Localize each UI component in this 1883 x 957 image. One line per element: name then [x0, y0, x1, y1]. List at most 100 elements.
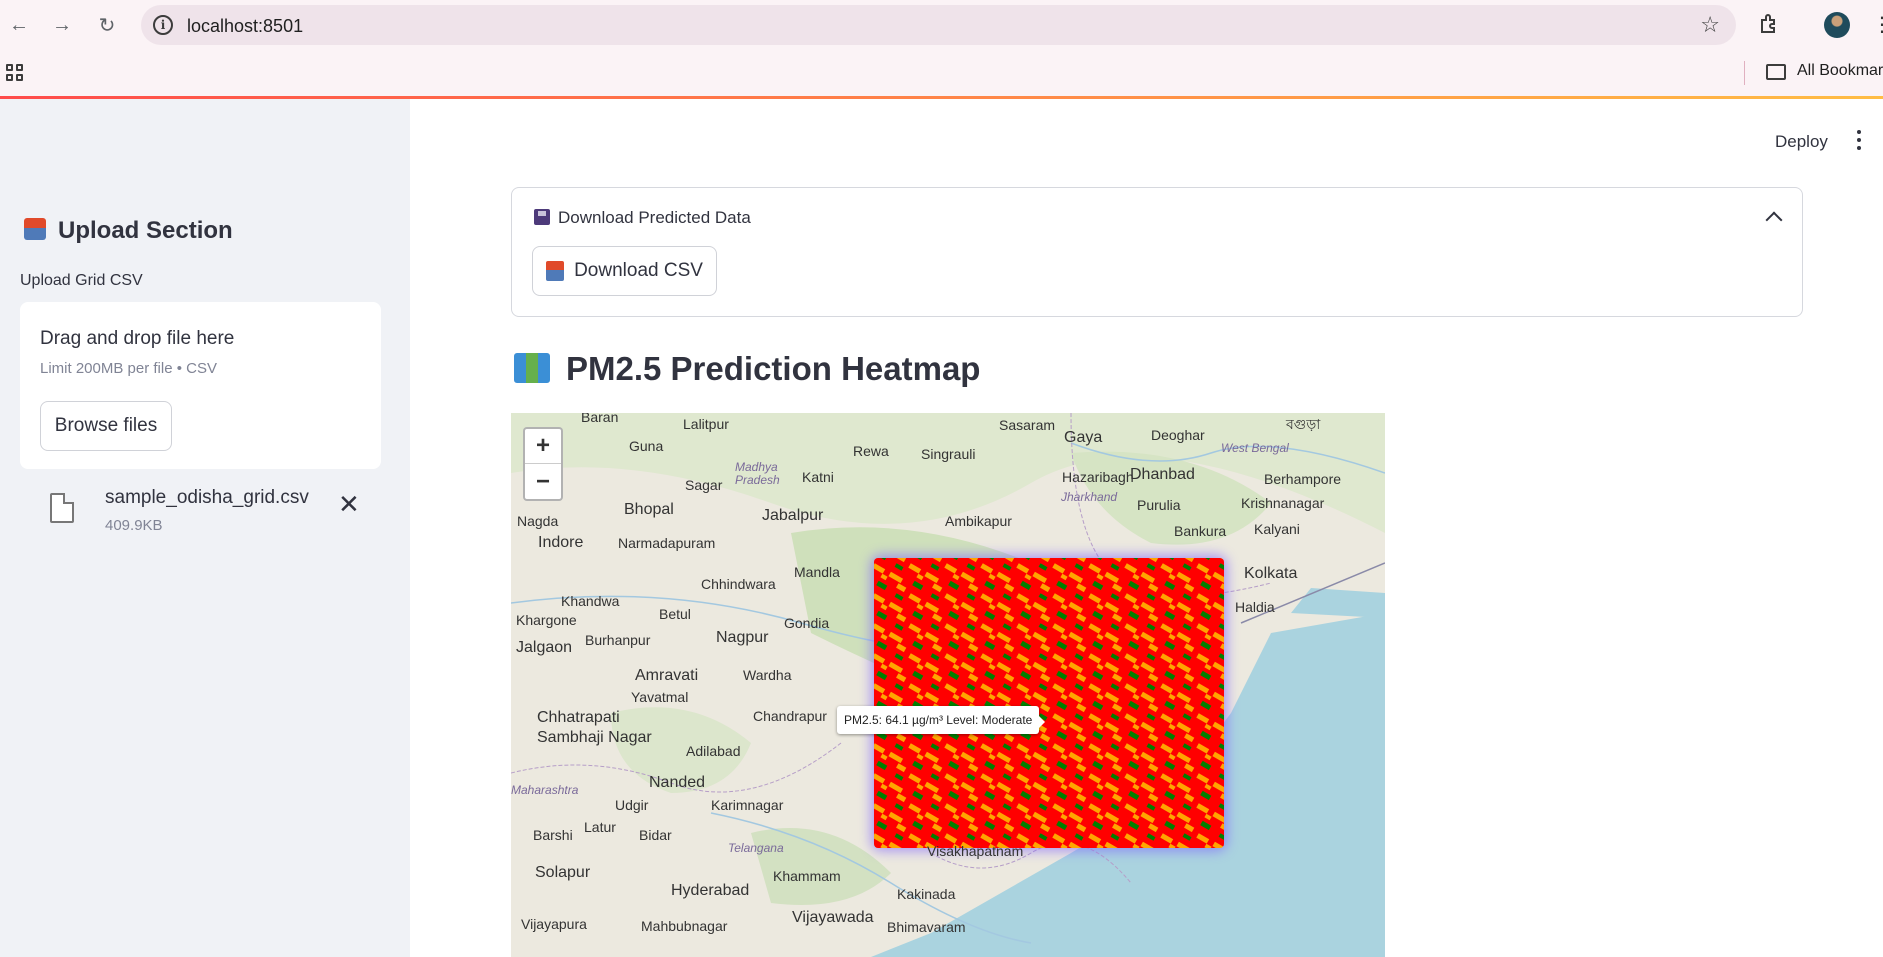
place-label: Amravati	[635, 667, 699, 684]
map-tooltip: PM2.5: 64.1 µg/m³ Level: Moderate	[837, 706, 1046, 734]
place-label: বগুড়া	[1286, 416, 1321, 432]
place-label: Mandla	[794, 564, 840, 580]
file-size: 409.9KB	[105, 517, 163, 534]
place-label: Sagar	[685, 477, 723, 493]
expander-header[interactable]: Download Predicted Data	[534, 208, 751, 228]
place-label: Yavatmal	[631, 689, 689, 705]
place-label: Katni	[802, 469, 834, 485]
state-label: Maharashtra	[511, 783, 579, 797]
site-info-icon[interactable]: i	[153, 15, 173, 35]
place-label: Vijayawada	[792, 909, 874, 926]
place-label: Adilabad	[686, 743, 741, 759]
uploaded-file: sample_odisha_grid.csv 409.9KB ✕	[20, 485, 381, 545]
address-bar[interactable]: i localhost:8501 ☆	[141, 5, 1736, 45]
place-label: Vijayapura	[521, 916, 587, 932]
place-label: Hyderabad	[671, 882, 750, 899]
place-label: Dhanbad	[1130, 466, 1195, 483]
place-label: Latur	[584, 819, 616, 835]
bookmarks-separator	[1744, 61, 1745, 85]
dropzone-limit: Limit 200MB per file • CSV	[40, 360, 217, 377]
dropzone-title: Drag and drop file here	[40, 328, 235, 349]
browser-toolbar: ← → ↻ i localhost:8501 ☆ ⋮	[0, 0, 1883, 50]
place-label: Khandwa	[561, 593, 620, 609]
place-label: Chhatrapati	[537, 709, 620, 726]
profile-avatar[interactable]	[1824, 12, 1850, 38]
place-label: Karimnagar	[711, 797, 784, 813]
place-label: Barshi	[533, 827, 573, 843]
file-dropzone[interactable]: Drag and drop file here Limit 200MB per …	[20, 302, 381, 469]
place-label: Ambikapur	[945, 513, 1012, 529]
place-label: Indore	[538, 534, 584, 551]
place-label: Udgir	[615, 797, 649, 813]
back-icon[interactable]: ←	[5, 10, 33, 40]
place-label: Burhanpur	[585, 632, 651, 648]
folder-icon[interactable]	[1766, 64, 1786, 80]
state-label: Telangana	[728, 841, 784, 855]
inbox-tray-icon	[546, 261, 565, 281]
place-label: Solapur	[535, 864, 591, 881]
map-view[interactable]: Baran Lalitpur Rewa Sasaram Gaya Deoghar…	[511, 413, 1385, 957]
place-label: Khammam	[773, 868, 841, 884]
place-label: Gaya	[1064, 429, 1103, 446]
download-expander: Download Predicted Data Download CSV	[511, 187, 1803, 317]
place-label: Jalgaon	[516, 639, 573, 656]
place-label: Kalyani	[1254, 521, 1300, 537]
sidebar-title: Upload Section	[24, 217, 233, 245]
zoom-in-button[interactable]: +	[525, 429, 561, 464]
file-icon	[50, 493, 74, 523]
browse-files-button[interactable]: Browse files	[40, 401, 172, 451]
bookmark-star-icon[interactable]: ☆	[1700, 12, 1720, 38]
file-name: sample_odisha_grid.csv	[105, 487, 309, 508]
upload-label: Upload Grid CSV	[20, 272, 143, 289]
remove-file-icon[interactable]: ✕	[338, 491, 360, 517]
reload-icon[interactable]: ↻	[93, 10, 121, 40]
place-label: Haldia	[1235, 599, 1275, 615]
place-label: Kakinada	[897, 886, 956, 902]
state-label: Madhya Pradesh	[735, 460, 780, 487]
place-label: Chandrapur	[753, 708, 827, 724]
browser-menu-icon[interactable]: ⋮	[1872, 12, 1883, 37]
place-label: Nagpur	[716, 629, 769, 646]
place-label: Baran	[581, 413, 619, 425]
all-bookmarks-label[interactable]: All Bookmarks	[1797, 62, 1883, 80]
chevron-up-icon[interactable]	[1765, 211, 1783, 229]
place-label: Khargone	[516, 612, 577, 628]
place-label: Kolkata	[1244, 565, 1298, 582]
zoom-out-button[interactable]: −	[525, 464, 561, 499]
place-label: Hazaribagh	[1062, 469, 1134, 485]
state-label: Jharkhand	[1061, 490, 1118, 504]
bookmarks-bar: All Bookmarks	[0, 50, 1883, 96]
place-label: Bhopal	[624, 501, 674, 518]
zoom-control: + −	[523, 427, 563, 501]
forward-icon[interactable]: →	[48, 10, 76, 40]
place-label: Purulia	[1137, 497, 1181, 513]
place-label: Gondia	[784, 615, 830, 631]
place-label: Visakhapatnam	[927, 843, 1024, 859]
main-menu-icon[interactable]	[1855, 130, 1863, 154]
state-label: West Bengal	[1221, 441, 1289, 455]
download-csv-button[interactable]: Download CSV	[532, 246, 717, 296]
world-map-icon	[514, 353, 550, 383]
place-label: Mahbubnagar	[641, 918, 728, 934]
place-label: Jabalpur	[762, 507, 824, 524]
place-label: Wardha	[743, 667, 792, 683]
deploy-button[interactable]: Deploy	[1775, 132, 1828, 152]
place-label: Lalitpur	[683, 416, 729, 432]
place-label: Chhindwara	[701, 576, 776, 592]
place-label: Sasaram	[999, 417, 1056, 433]
floppy-disk-icon	[534, 209, 550, 225]
pm25-heatmap-layer[interactable]	[874, 558, 1224, 848]
place-label: Deoghar	[1151, 427, 1205, 443]
inbox-tray-icon	[24, 218, 46, 240]
place-label: Bankura	[1174, 523, 1227, 539]
place-label: Narmadapuram	[618, 535, 716, 551]
url-text[interactable]: localhost:8501	[187, 16, 303, 37]
place-label: Nanded	[649, 774, 706, 791]
place-label: Nagda	[517, 513, 559, 529]
place-label: Krishnanagar	[1241, 495, 1325, 511]
place-label: Bhimavaram	[887, 919, 966, 935]
place-label: Berhampore	[1264, 471, 1342, 487]
extensions-icon[interactable]	[1758, 12, 1782, 36]
apps-grid-icon[interactable]	[6, 64, 24, 82]
place-label: Singrauli	[921, 446, 976, 462]
